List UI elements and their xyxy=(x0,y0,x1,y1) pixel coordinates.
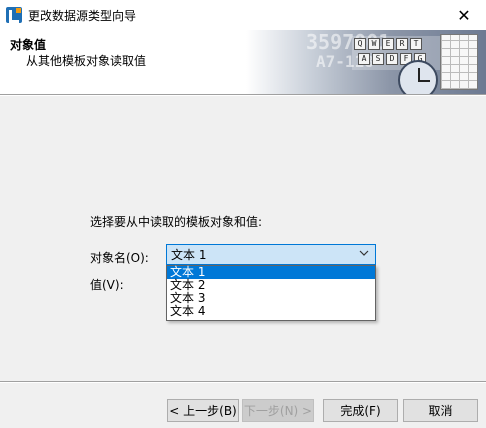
cancel-button[interactable]: 取消 xyxy=(403,399,478,422)
page-title: 对象值 xyxy=(10,38,47,52)
close-icon: ✕ xyxy=(457,5,471,25)
wizard-header: 对象值 从其他模板对象读取值 3597001 A7-118 Q W E R T … xyxy=(0,30,486,94)
finish-button[interactable]: 完成(F) xyxy=(323,399,398,422)
divider xyxy=(0,382,486,383)
key-icon: T xyxy=(410,38,422,50)
title-bar: 更改数据源类型向导 ✕ xyxy=(0,0,486,30)
key-icon: S xyxy=(372,53,384,65)
spreadsheet-graphic xyxy=(440,34,478,90)
close-button[interactable]: ✕ xyxy=(442,0,486,30)
object-name-combobox[interactable]: 文本 1 xyxy=(166,244,376,265)
divider xyxy=(0,95,486,96)
key-icon: E xyxy=(382,38,394,50)
back-button[interactable]: < 上一步(B) xyxy=(167,399,239,422)
key-icon: R xyxy=(396,38,408,50)
key-icon: Q xyxy=(354,38,366,50)
app-logo-icon xyxy=(6,7,22,23)
key-icon: W xyxy=(368,38,380,50)
instruction-text: 选择要从中读取的模板对象和值: xyxy=(90,215,263,229)
object-name-dropdown-list: 文本 1 文本 2 文本 3 文本 4 xyxy=(166,265,376,321)
clock-icon xyxy=(398,60,438,94)
key-icon: D xyxy=(386,53,398,65)
object-name-label: 对象名(O): xyxy=(90,251,149,265)
page-subtitle: 从其他模板对象读取值 xyxy=(26,54,147,68)
key-icon: A xyxy=(358,53,370,65)
combo-selected-value: 文本 1 xyxy=(171,248,207,262)
window-title: 更改数据源类型向导 xyxy=(28,8,137,23)
chevron-down-icon[interactable] xyxy=(359,248,369,261)
next-button[interactable]: 下一步(N) > xyxy=(242,399,314,422)
dropdown-option[interactable]: 文本 4 xyxy=(167,305,375,318)
header-banner-image: 3597001 A7-118 Q W E R T A S D F G xyxy=(246,30,486,94)
value-label: 值(V): xyxy=(90,278,124,292)
